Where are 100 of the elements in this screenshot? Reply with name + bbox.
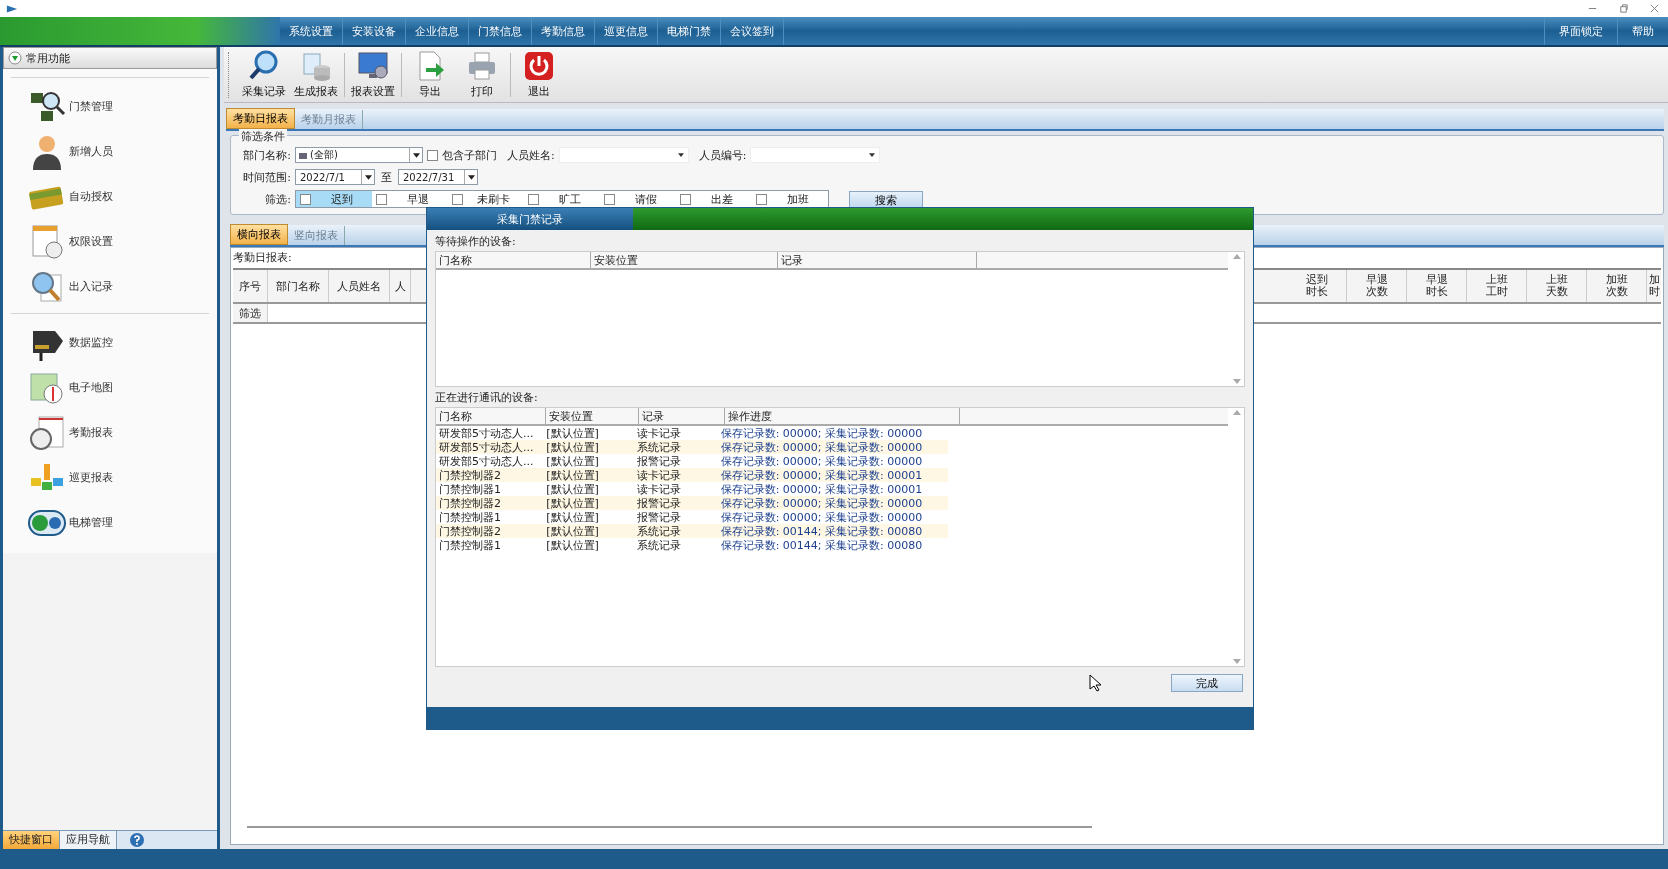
column-header: 部门名称 — [268, 270, 329, 302]
sidebar-item[interactable]: 门禁管理 — [11, 84, 209, 129]
help-icon[interactable] — [129, 832, 145, 848]
menu-item[interactable]: 系统设置 — [280, 17, 343, 45]
table-cell-text: 门禁控制器1 — [438, 538, 502, 552]
table-cell-text: [默认位置] — [545, 482, 600, 496]
dropdown-icon — [467, 174, 475, 180]
menu-item[interactable]: 会议签到 — [721, 17, 784, 45]
table-cell-text: [默认位置] — [545, 496, 600, 510]
table-caption: 考勤日报表: — [233, 250, 292, 264]
toolbar-button[interactable]: 退出 — [513, 50, 565, 99]
menu-item[interactable]: 巡更信息 — [595, 17, 658, 45]
sidebar-item[interactable]: 巡更报表 — [11, 455, 209, 500]
column-header: 加班次数 — [1587, 270, 1647, 302]
sidebar-item[interactable]: 数据监控 — [11, 320, 209, 365]
toolbar-button[interactable]: 导出 — [404, 50, 456, 99]
menu-item[interactable]: 门禁信息 — [469, 17, 532, 45]
scrollbar-thumb[interactable] — [247, 826, 1092, 828]
sidebar-tab[interactable]: 快捷窗口 — [3, 831, 60, 849]
table-cell-text: 系统记录 — [635, 524, 682, 538]
toolbar-button[interactable]: 报表设置 — [347, 50, 399, 99]
scroll-down-icon[interactable] — [1233, 379, 1241, 384]
table-cell-text: 门禁控制器2 — [438, 468, 502, 482]
sidebar-item[interactable]: 自动授权 — [11, 174, 209, 219]
scrollbar[interactable] — [1232, 254, 1242, 384]
table-cell-text: [默认位置] — [545, 454, 600, 468]
column-header: 早退时长 — [1407, 270, 1467, 302]
scroll-up-icon[interactable] — [1233, 254, 1241, 259]
view-tab[interactable]: 横向报表 — [230, 224, 288, 245]
table-cell-text: 读卡记录 — [635, 482, 682, 496]
table-cell-text: [默认位置] — [545, 524, 600, 538]
field-label: 部门名称: — [242, 147, 291, 163]
table-cell-text: 门禁控制器1 — [438, 510, 502, 524]
sidebar-tab[interactable]: 应用导航 — [60, 831, 117, 849]
menu-item[interactable]: 电梯门禁 — [658, 17, 721, 45]
menu-item[interactable]: 帮助 — [1617, 17, 1668, 45]
filter-option[interactable]: 加班 — [752, 191, 828, 207]
menu-item[interactable]: 企业信息 — [406, 17, 469, 45]
sidebar-item[interactable]: 电梯管理 — [11, 500, 209, 545]
sidebar-item[interactable]: 考勤报表 — [11, 410, 209, 455]
scroll-down-icon[interactable] — [1233, 659, 1241, 664]
table-cell-text: 门禁控制器2 — [438, 524, 502, 538]
sidebar-title: 常用功能 — [26, 50, 70, 66]
department-dropdown[interactable]: (全部) — [295, 147, 423, 163]
table-cell-text: 保存记录数: 00000; 采集记录数: 00000 — [719, 496, 924, 510]
table-cell-text: 报警记录 — [635, 454, 682, 468]
table-cell-text: 读卡记录 — [635, 426, 682, 440]
sidebar-item[interactable]: 新增人员 — [11, 129, 209, 174]
filter-option[interactable]: 早退 — [372, 191, 448, 207]
date-picker[interactable]: 2022/7/1 — [295, 169, 375, 185]
filter-option[interactable]: 迟到 — [296, 191, 372, 207]
checkbox[interactable] — [427, 149, 438, 161]
sidebar-item[interactable]: 权限设置 — [11, 219, 209, 264]
restore-icon[interactable] — [1618, 3, 1629, 14]
table-cell-text: 门禁控制器1 — [438, 482, 502, 496]
folder-icon — [298, 150, 308, 160]
menu-item[interactable]: 安装设备 — [343, 17, 406, 45]
table-cell-text: [默认位置] — [545, 440, 600, 454]
table-cell-text: 研发部5寸动态人... — [438, 440, 535, 454]
sidebar-item[interactable]: 出入记录 — [11, 264, 209, 309]
pointer-icon — [1089, 674, 1101, 692]
filter-option[interactable]: 出差 — [676, 191, 752, 207]
filter-option[interactable]: 旷工 — [524, 191, 600, 207]
menu-item[interactable]: 考勤信息 — [532, 17, 595, 45]
sidebar-header[interactable]: 常用功能 — [3, 47, 217, 69]
date-picker[interactable]: 2022/7/31 — [398, 169, 478, 185]
number-dropdown[interactable] — [750, 147, 881, 163]
column-header: 门名称 — [436, 408, 546, 424]
done-button[interactable]: 完成 — [1171, 674, 1243, 692]
search-button[interactable]: 搜索 — [849, 190, 923, 208]
table-cell-text: 保存记录数: 00000; 采集记录数: 00001 — [719, 482, 924, 496]
table-cell-text: 研发部5寸动态人... — [438, 454, 535, 468]
range-separator: 至 — [380, 169, 393, 185]
menu-item[interactable]: 界面锁定 — [1544, 17, 1617, 45]
toolbar-button[interactable]: 采集记录 — [238, 50, 290, 99]
filter-option[interactable]: 未刷卡 — [448, 191, 524, 207]
toolbar-button[interactable]: 生成报表 — [290, 50, 342, 99]
table-cell-text: 保存记录数: 00000; 采集记录数: 00000 — [719, 440, 924, 454]
column-header: 加时 — [1647, 272, 1661, 300]
table-cell-text: 保存记录数: 00144; 采集记录数: 00080 — [719, 538, 924, 552]
toolbar-button[interactable]: 打印 — [456, 50, 508, 99]
monitor-icon — [357, 50, 389, 82]
sidebar-item[interactable]: 电子地图 — [11, 365, 209, 410]
column-header: 安装位置 — [546, 408, 639, 424]
table-cell-text: 读卡记录 — [635, 468, 682, 482]
scrollbar[interactable] — [1232, 410, 1242, 664]
table-cell-text: 保存记录数: 00000; 采集记录数: 00000 — [719, 454, 924, 468]
filter-option[interactable]: 请假 — [600, 191, 676, 207]
table-cell-text: 报警记录 — [635, 510, 682, 524]
section-label: 等待操作的设备: — [435, 234, 517, 248]
table-cell-text: [默认位置] — [545, 468, 600, 482]
table-cell-text: 报警记录 — [635, 496, 682, 510]
name-dropdown[interactable] — [558, 147, 689, 163]
field-label: 人员姓名: — [507, 147, 555, 163]
table-cell-text: 研发部5寸动态人... — [438, 426, 535, 440]
field-label: 筛选: — [264, 191, 291, 207]
report-tab[interactable]: 考勤日报表 — [226, 108, 295, 129]
column-header: 上班工时 — [1467, 270, 1527, 302]
scroll-up-icon[interactable] — [1233, 410, 1241, 415]
close-icon[interactable] — [1649, 3, 1660, 14]
